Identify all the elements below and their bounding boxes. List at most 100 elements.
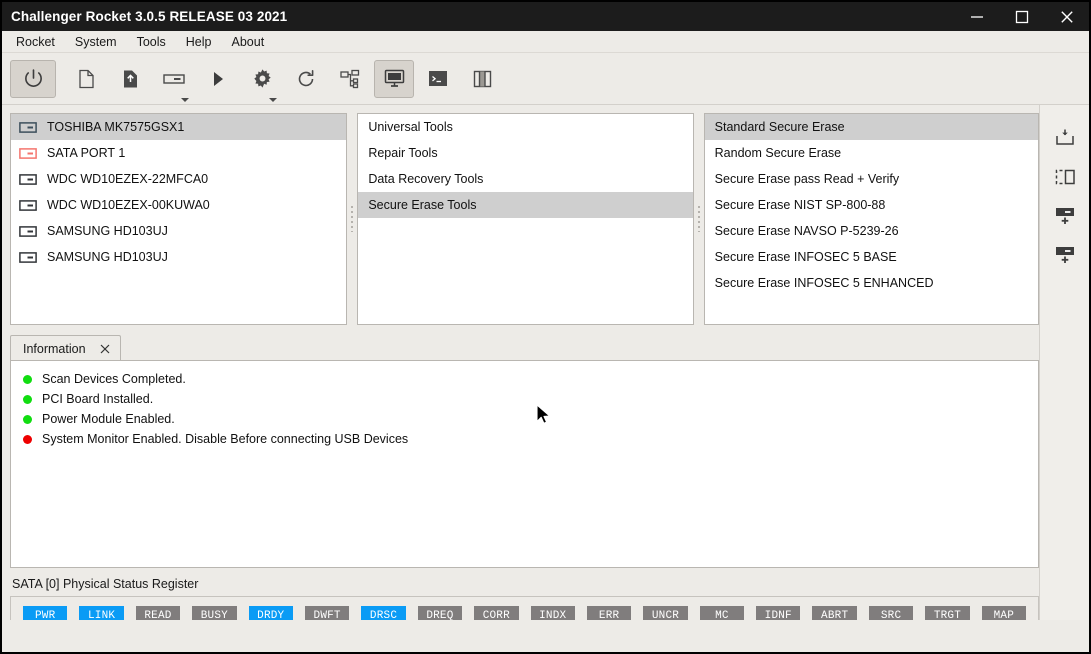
erase-method-item[interactable]: Standard Secure Erase (704, 114, 1038, 140)
power-button[interactable] (10, 59, 56, 98)
erase-method-item[interactable]: Secure Erase pass Read + Verify (705, 166, 1038, 192)
tool-category-item[interactable]: Universal Tools (358, 114, 692, 140)
title-bar: Challenger Rocket 3.0.5 RELEASE 03 2021 (2, 2, 1089, 31)
device-label: SAMSUNG HD103UJ (47, 250, 168, 264)
drive-icon (19, 199, 37, 211)
tool-category-label: Secure Erase Tools (368, 198, 477, 212)
minimize-button[interactable] (954, 2, 999, 31)
log-entry: Power Module Enabled. (11, 409, 1038, 429)
device-list-item[interactable]: SATA PORT 1 (11, 140, 346, 166)
drive-icon (19, 121, 37, 133)
log-entry: Scan Devices Completed. (11, 369, 1038, 389)
detach-panel-button[interactable] (1046, 158, 1084, 196)
device-label: WDC WD10EZEX-00KUWA0 (47, 198, 210, 212)
tool-category-panel[interactable]: Universal Tools Repair Tools Data Recovery… (357, 113, 694, 325)
erase-method-panel[interactable]: Standard Secure Erase Random Secure Erase… (703, 113, 1039, 325)
drive-icon (19, 225, 37, 237)
drive-select-button[interactable] (154, 60, 194, 102)
menu-item-about[interactable]: About (226, 33, 275, 51)
log-text: System Monitor Enabled. Disable Before c… (42, 432, 409, 446)
tool-category-label: Repair Tools (368, 146, 438, 160)
add-drive-button-2[interactable] (1046, 236, 1084, 274)
close-icon[interactable] (100, 344, 110, 354)
drive-icon (19, 251, 37, 263)
tree-view-button[interactable] (330, 60, 370, 98)
device-list-panel[interactable]: TOSHIBA MK7575GSX1 SATA PORT 1 WDC WD10EZE… (10, 113, 348, 325)
tool-category-item[interactable]: Repair Tools (358, 140, 692, 166)
erase-method-label: Random Secure Erase (714, 146, 842, 160)
erase-method-label: Secure Erase NAVSO P-5239-26 (714, 224, 899, 238)
log-text: Power Module Enabled. (42, 412, 175, 426)
status-dot-icon (23, 394, 32, 404)
terminal-button[interactable] (418, 60, 458, 98)
maximize-button[interactable] (999, 2, 1044, 31)
tool-category-label: Universal Tools (368, 120, 453, 134)
run-button[interactable] (198, 60, 238, 98)
grip-icon (697, 206, 700, 232)
device-label: TOSHIBA MK7575GSX1 (47, 120, 185, 134)
split-view-button[interactable] (462, 60, 502, 98)
drive-icon (19, 147, 37, 159)
device-label: SAMSUNG HD103UJ (47, 224, 168, 238)
erase-method-label: Secure Erase pass Read + Verify (714, 172, 900, 186)
application-window: Challenger Rocket 3.0.5 RELEASE 03 2021 … (0, 0, 1091, 654)
panes-container: TOSHIBA MK7575GSX1 SATA PORT 1 WDC WD10EZE… (10, 113, 1039, 325)
log-entry: System Monitor Enabled. Disable Before c… (11, 429, 1038, 449)
close-button[interactable] (1044, 2, 1089, 31)
status-dot-icon (23, 414, 32, 424)
save-upload-button[interactable] (110, 60, 150, 98)
erase-method-item[interactable]: Secure Erase INFOSEC 5 ENHANCED (705, 270, 1038, 296)
tab-label: Information (23, 341, 86, 356)
device-list-item[interactable]: SAMSUNG HD103UJ (11, 244, 346, 270)
erase-method-item[interactable]: Secure Erase NAVSO P-5239-26 (705, 218, 1038, 244)
device-list-item[interactable]: WDC WD10EZEX-22MFCA0 (11, 166, 346, 192)
erase-method-item[interactable]: Secure Erase NIST SP-800-88 (705, 192, 1038, 218)
device-list-item[interactable]: SAMSUNG HD103UJ (11, 218, 346, 244)
information-panel: Information Scan Devices Completed. PCI B… (10, 335, 1039, 568)
new-file-button[interactable] (66, 60, 106, 98)
chevron-down-icon (269, 97, 277, 102)
settings-button[interactable] (242, 60, 282, 102)
device-label: SATA PORT 1 (47, 146, 126, 160)
menu-item-tools[interactable]: Tools (131, 33, 176, 51)
menu-item-help[interactable]: Help (180, 33, 222, 51)
tab-strip: Information (10, 335, 1039, 361)
log-entry: PCI Board Installed. (11, 389, 1038, 409)
refresh-button[interactable] (286, 60, 326, 98)
monitor-button[interactable] (374, 59, 414, 98)
splitter-handle-1[interactable] (347, 113, 358, 325)
grip-icon (351, 206, 354, 232)
log-text: Scan Devices Completed. (42, 372, 186, 386)
splitter-handle-2[interactable] (693, 113, 704, 325)
device-label: WDC WD10EZEX-22MFCA0 (47, 172, 209, 186)
device-list-item[interactable]: TOSHIBA MK7575GSX1 (11, 114, 347, 140)
right-toolbar-rail (1039, 105, 1089, 620)
body-area: TOSHIBA MK7575GSX1 SATA PORT 1 WDC WD10EZE… (2, 105, 1089, 635)
tool-category-item[interactable]: Secure Erase Tools (358, 192, 693, 218)
erase-method-label: Standard Secure Erase (714, 120, 845, 134)
add-drive-button-1[interactable] (1046, 197, 1084, 235)
tool-category-label: Data Recovery Tools (368, 172, 484, 186)
menu-item-rocket[interactable]: Rocket (10, 33, 65, 51)
window-controls (954, 2, 1089, 31)
status-dot-icon (23, 434, 32, 444)
tab-information[interactable]: Information (10, 335, 121, 361)
erase-method-label: Secure Erase INFOSEC 5 ENHANCED (714, 276, 934, 290)
tool-category-item[interactable]: Data Recovery Tools (358, 166, 692, 192)
import-tray-button[interactable] (1046, 119, 1084, 157)
status-dot-icon (23, 374, 32, 384)
erase-method-item[interactable]: Secure Erase INFOSEC 5 BASE (705, 244, 1038, 270)
toolbar (2, 53, 1089, 105)
main-column: TOSHIBA MK7575GSX1 SATA PORT 1 WDC WD10EZE… (2, 105, 1039, 635)
erase-method-label: Secure Erase NIST SP-800-88 (714, 198, 886, 212)
menu-bar: Rocket System Tools Help About (2, 31, 1089, 53)
erase-method-item[interactable]: Random Secure Erase (705, 140, 1038, 166)
erase-method-label: Secure Erase INFOSEC 5 BASE (714, 250, 897, 264)
status-bar (2, 620, 1089, 652)
status-register-label: SATA [0] Physical Status Register (12, 577, 199, 591)
drive-icon (19, 173, 37, 185)
chevron-down-icon (181, 97, 189, 102)
menu-item-system[interactable]: System (69, 33, 127, 51)
device-list-item[interactable]: WDC WD10EZEX-00KUWA0 (11, 192, 346, 218)
information-log: Scan Devices Completed. PCI Board Install… (10, 360, 1039, 568)
